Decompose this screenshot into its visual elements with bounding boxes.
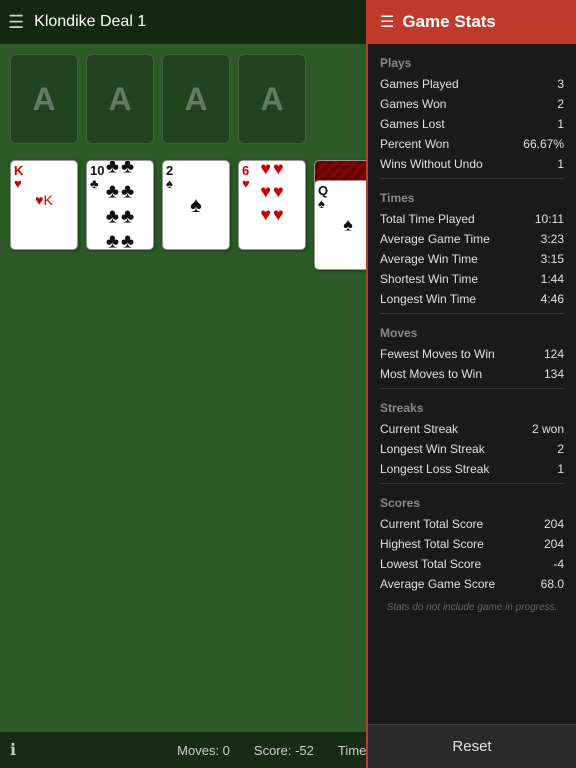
stats-panel: ☰ Game Stats Plays Games Played 3 Games …	[366, 0, 576, 768]
row-games-lost: Games Lost 1	[380, 114, 564, 134]
label-shortest-win-time: Shortest Win Time	[380, 272, 478, 286]
row-longest-win-time: Longest Win Time 4:46	[380, 289, 564, 309]
stats-header: ☰ Game Stats	[368, 0, 576, 44]
value-longest-win-streak: 2	[557, 442, 564, 456]
value-current-streak: 2 won	[532, 422, 564, 436]
card-2-spades[interactable]: 2♠ ♠	[162, 160, 230, 250]
row-total-time: Total Time Played 10:11	[380, 209, 564, 229]
value-percent-won: 66.67%	[523, 137, 564, 151]
foundation-1[interactable]: A	[10, 54, 78, 144]
divider-4	[380, 483, 564, 484]
foundation-2-label: A	[108, 81, 131, 118]
row-shortest-win-time: Shortest Win Time 1:44	[380, 269, 564, 289]
value-highest-score: 204	[544, 537, 564, 551]
label-avg-win-time: Average Win Time	[380, 252, 478, 266]
value-games-lost: 1	[557, 117, 564, 131]
value-current-score: 204	[544, 517, 564, 531]
tableau-col-3: 2♠ ♠	[162, 160, 230, 270]
foundation-4-label: A	[260, 81, 283, 118]
label-longest-loss-streak: Longest Loss Streak	[380, 462, 489, 476]
divider-3	[380, 388, 564, 389]
stats-note: Stats do not include game in progress.	[380, 594, 564, 621]
section-moves: Moves	[380, 326, 564, 340]
label-most-moves: Most Moves to Win	[380, 367, 482, 381]
label-longest-win-streak: Longest Win Streak	[380, 442, 485, 456]
divider-1	[380, 178, 564, 179]
menu-icon[interactable]: ☰	[8, 12, 24, 33]
value-games-played: 3	[557, 77, 564, 91]
info-icon[interactable]: ℹ	[10, 740, 16, 760]
card-10-clubs[interactable]: 10♣ ♣♣ ♣♣ ♣♣ ♣♣ ♣♣	[86, 160, 154, 250]
label-highest-score: Highest Total Score	[380, 537, 484, 551]
label-longest-win-time: Longest Win Time	[380, 292, 476, 306]
card-king-hearts[interactable]: K♥ ♥K	[10, 160, 78, 250]
label-total-time: Total Time Played	[380, 212, 475, 226]
stats-title: Game Stats	[402, 12, 496, 32]
moves-stat: Moves: 0	[177, 743, 230, 758]
label-current-score: Current Total Score	[380, 517, 483, 531]
row-current-streak: Current Streak 2 won	[380, 419, 564, 439]
row-lowest-score: Lowest Total Score -4	[380, 554, 564, 574]
label-games-lost: Games Lost	[380, 117, 445, 131]
value-games-won: 2	[557, 97, 564, 111]
row-highest-score: Highest Total Score 204	[380, 534, 564, 554]
row-games-played: Games Played 3	[380, 74, 564, 94]
value-total-time: 10:11	[535, 212, 564, 226]
value-avg-score: 68.0	[541, 577, 564, 591]
label-games-won: Games Won	[380, 97, 446, 111]
tableau: K♥ ♥K 10♣ ♣♣ ♣♣ ♣♣ ♣♣ ♣♣ 2♠ ♠ 6♥	[10, 160, 382, 270]
label-avg-game-time: Average Game Time	[380, 232, 490, 246]
foundation-3-label: A	[184, 81, 207, 118]
stats-menu-icon[interactable]: ☰	[380, 12, 394, 32]
row-current-score: Current Total Score 204	[380, 514, 564, 534]
value-lowest-score: -4	[553, 557, 564, 571]
foundations: A A A A	[10, 54, 306, 144]
row-games-won: Games Won 2	[380, 94, 564, 114]
row-avg-win-time: Average Win Time 3:15	[380, 249, 564, 269]
value-avg-game-time: 3:23	[541, 232, 564, 246]
label-current-streak: Current Streak	[380, 422, 458, 436]
section-plays: Plays	[380, 56, 564, 70]
tableau-col-2: 10♣ ♣♣ ♣♣ ♣♣ ♣♣ ♣♣	[86, 160, 154, 270]
label-percent-won: Percent Won	[380, 137, 449, 151]
foundation-4[interactable]: A	[238, 54, 306, 144]
foundation-2[interactable]: A	[86, 54, 154, 144]
divider-2	[380, 313, 564, 314]
value-avg-win-time: 3:15	[541, 252, 564, 266]
foundation-3[interactable]: A	[162, 54, 230, 144]
label-wins-without-undo: Wins Without Undo	[380, 157, 483, 171]
section-streaks: Streaks	[380, 401, 564, 415]
score-stat: Score: -52	[254, 743, 314, 758]
card-6-hearts[interactable]: 6♥ ♥♥ ♥♥ ♥♥	[238, 160, 306, 250]
tableau-col-4: 6♥ ♥♥ ♥♥ ♥♥	[238, 160, 306, 270]
stats-content: Plays Games Played 3 Games Won 2 Games L…	[368, 44, 576, 724]
value-most-moves: 134	[544, 367, 564, 381]
row-wins-without-undo: Wins Without Undo 1	[380, 154, 564, 174]
value-longest-win-time: 4:46	[541, 292, 564, 306]
tableau-col-1: K♥ ♥K	[10, 160, 78, 270]
value-longest-loss-streak: 1	[557, 462, 564, 476]
row-avg-game-time: Average Game Time 3:23	[380, 229, 564, 249]
label-lowest-score: Lowest Total Score	[380, 557, 481, 571]
row-longest-loss-streak: Longest Loss Streak 1	[380, 459, 564, 479]
value-shortest-win-time: 1:44	[541, 272, 564, 286]
row-most-moves: Most Moves to Win 134	[380, 364, 564, 384]
section-scores: Scores	[380, 496, 564, 510]
section-times: Times	[380, 191, 564, 205]
value-wins-without-undo: 1	[557, 157, 564, 171]
label-games-played: Games Played	[380, 77, 459, 91]
value-fewest-moves: 124	[544, 347, 564, 361]
row-longest-win-streak: Longest Win Streak 2	[380, 439, 564, 459]
reset-button[interactable]: Reset	[368, 724, 576, 768]
row-avg-score: Average Game Score 68.0	[380, 574, 564, 594]
label-avg-score: Average Game Score	[380, 577, 495, 591]
label-fewest-moves: Fewest Moves to Win	[380, 347, 495, 361]
row-fewest-moves: Fewest Moves to Win 124	[380, 344, 564, 364]
foundation-1-label: A	[32, 81, 55, 118]
row-percent-won: Percent Won 66.67%	[380, 134, 564, 154]
